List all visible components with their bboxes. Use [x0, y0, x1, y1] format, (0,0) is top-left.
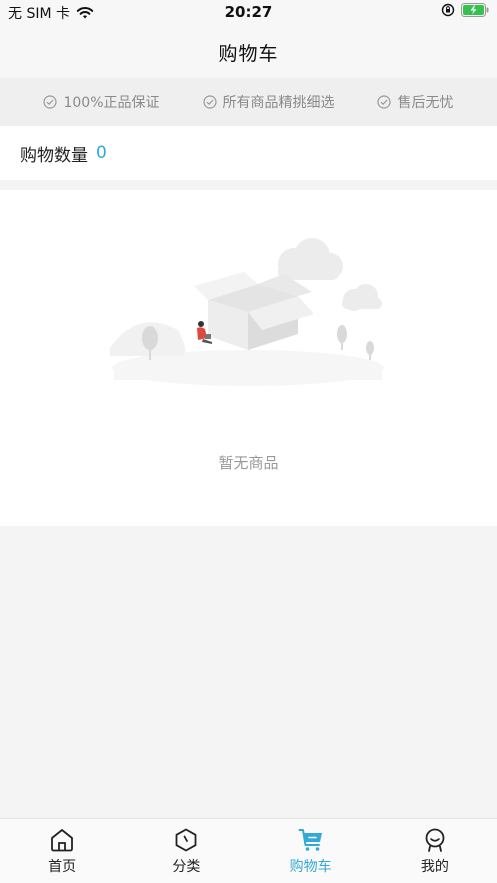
tab-profile[interactable]: 我的 — [373, 819, 497, 883]
tab-cart[interactable]: 购物车 — [249, 819, 373, 883]
tab-label: 首页 — [48, 859, 77, 875]
status-bar: 无 SIM 卡 20:27 — [0, 0, 497, 26]
guarantee-item-authentic: 100%正品保证 — [43, 92, 160, 112]
battery-icon — [461, 3, 489, 17]
cart-count-row: 购物数量 0 — [0, 126, 497, 180]
check-circle-icon — [43, 95, 58, 109]
status-right — [441, 3, 489, 17]
tab-category[interactable]: 分类 — [124, 819, 248, 883]
cart-count-label: 购物数量 — [20, 145, 88, 166]
tab-home[interactable]: 首页 — [0, 819, 124, 883]
cart-count-value: 0 — [96, 143, 107, 163]
orientation-lock-icon — [441, 3, 455, 17]
category-icon — [175, 828, 197, 852]
check-circle-icon — [202, 95, 217, 109]
tab-label: 我的 — [420, 859, 449, 875]
guarantee-bar: 100%正品保证 所有商品精挑细选 售后无忧 — [0, 78, 497, 126]
page-title: 购物车 — [218, 42, 279, 65]
status-time: 20:27 — [224, 3, 273, 21]
empty-box-illustration — [110, 238, 384, 386]
guarantee-label: 所有商品精挑细选 — [222, 95, 335, 111]
empty-state-panel: 暂无商品 — [0, 190, 497, 526]
cart-icon — [298, 829, 322, 851]
guarantee-item-after-sales: 售后无忧 — [377, 92, 453, 112]
guarantee-label: 售后无忧 — [397, 95, 454, 111]
tab-label: 购物车 — [289, 859, 332, 875]
home-icon — [51, 829, 74, 852]
guarantee-item-selected: 所有商品精挑细选 — [202, 92, 335, 112]
bottom-tab-bar: 首页 分类 购物车 我的 — [0, 818, 497, 883]
profile-icon — [425, 828, 445, 852]
check-circle-icon — [377, 95, 392, 109]
guarantee-label: 100%正品保证 — [63, 95, 160, 111]
empty-message: 暂无商品 — [218, 454, 279, 472]
tab-label: 分类 — [172, 859, 201, 875]
nav-bar: 购物车 — [0, 26, 497, 78]
